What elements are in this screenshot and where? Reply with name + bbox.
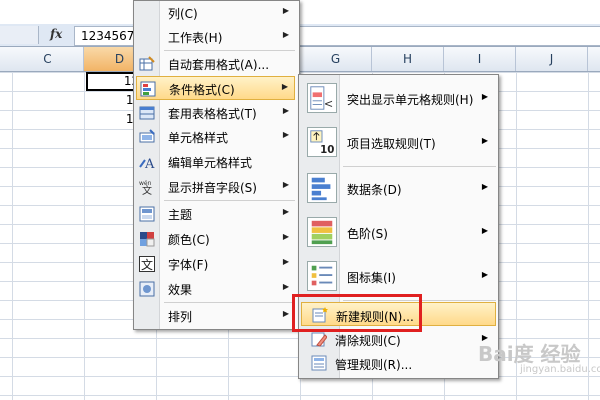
colors-icon (140, 232, 155, 247)
menu-item-label: 列(C) (168, 7, 198, 21)
column-header-c[interactable]: C (12, 47, 84, 71)
edit-styles-icon: A (139, 157, 155, 170)
data-bars-icon (307, 173, 337, 203)
svg-text:文: 文 (141, 257, 153, 272)
submenu-item-label: 突出显示单元格规则(H) (347, 93, 474, 107)
menu-item-label: 排列 (168, 310, 193, 324)
menu-item-effects[interactable]: 效果 ▶ (136, 277, 295, 301)
submenu-item-label: 项目选取规则(T) (347, 137, 436, 151)
submenu-arrow-icon: ▶ (481, 226, 488, 235)
cell-styles-icon (139, 129, 155, 143)
submenu-item-label: 清除规则(C) (335, 334, 401, 348)
highlight-annotation-box (292, 294, 422, 332)
menu-separator (343, 166, 496, 167)
theme-icon (139, 206, 155, 222)
name-box[interactable] (0, 26, 39, 44)
menu-item-highlight-rules[interactable]: < 突出显示单元格规则(H) ▶ (301, 78, 496, 120)
autoformat-icon (139, 56, 155, 71)
submenu-arrow-icon: ▶ (282, 30, 289, 39)
menu-item-manage-rules[interactable]: 管理规则(R)... (301, 351, 496, 375)
menu-item-label: 显示拼音字段(S) (168, 181, 257, 195)
menu-separator (164, 200, 295, 201)
submenu-arrow-icon: ▶ (282, 309, 289, 318)
submenu-arrow-icon: ▶ (481, 270, 488, 279)
menu-item-sheet[interactable]: 工作表(H) ▶ (136, 25, 295, 49)
top-bottom-rules-icon: 10 (307, 127, 337, 157)
submenu-arrow-icon: ▶ (282, 180, 289, 189)
svg-text:10: 10 (320, 144, 334, 156)
menu-item-arrange[interactable]: 排列 ▶ (136, 304, 295, 328)
menu-item-data-bars[interactable]: 数据条(D) ▶ (301, 168, 496, 210)
menu-item-edit-cell-styles[interactable]: A 编辑单元格样式 (136, 150, 295, 174)
submenu-arrow-icon: ▶ (282, 257, 289, 266)
submenu-arrow-icon: ▶ (481, 136, 488, 145)
submenu-arrow-icon: ▶ (282, 6, 289, 15)
formula-value: 1234567 (81, 29, 135, 43)
menu-item-phonetic[interactable]: wén 文 显示拼音字段(S) ▶ (136, 175, 295, 199)
color-scales-icon (307, 217, 337, 247)
column-header-j[interactable]: J (516, 47, 588, 71)
menu-item-colors[interactable]: 颜色(C) ▶ (136, 227, 295, 251)
submenu-arrow-icon: ▶ (282, 130, 289, 139)
phonetic-icon: wén文 (139, 180, 152, 195)
menu-item-column[interactable]: 列(C) ▶ (136, 1, 295, 25)
menu-item-label: 字体(F) (168, 258, 209, 272)
clear-rules-icon (311, 332, 327, 347)
manage-rules-icon (311, 355, 327, 371)
watermark: Bai度 经验 (478, 342, 581, 366)
menu-item-label: 编辑单元格样式 (168, 156, 253, 170)
effects-icon (139, 281, 155, 297)
highlight-rules-icon: < (307, 83, 337, 113)
conditional-format-icon (140, 81, 156, 97)
menu-item-label: 自动套用格式(A)... (168, 58, 270, 72)
submenu-arrow-icon: ▶ (282, 207, 289, 216)
submenu-arrow-icon: ▶ (281, 82, 288, 91)
watermark-sub: jingyan.baidu.com (520, 364, 600, 375)
menu-item-theme[interactable]: 主题 ▶ (136, 202, 295, 226)
menu-item-label: 效果 (168, 283, 193, 297)
svg-text:文: 文 (142, 184, 152, 195)
menu-separator (164, 302, 295, 303)
column-header-h[interactable]: H (372, 47, 444, 71)
submenu-arrow-icon: ▶ (481, 182, 488, 191)
menu-item-label: 条件格式(C) (169, 83, 235, 97)
menu-item-label: 主题 (168, 208, 193, 222)
fonts-icon: 文 (139, 256, 155, 272)
fx-icon[interactable]: fx (50, 27, 62, 41)
submenu-arrow-icon: ▶ (481, 92, 488, 101)
submenu-item-label: 数据条(D) (347, 183, 402, 197)
column-headers: C D E F G H I J (0, 47, 600, 72)
submenu-item-label: 色阶(S) (347, 227, 388, 241)
menu-item-label: 套用表格格式(T) (168, 107, 257, 121)
column-header-g[interactable]: G (300, 47, 372, 71)
menu-item-top-bottom-rules[interactable]: 10 项目选取规则(T) ▶ (301, 122, 496, 164)
submenu-arrow-icon: ▶ (282, 232, 289, 241)
submenu-item-label: 图标集(I) (347, 271, 396, 285)
conditional-format-submenu: < 突出显示单元格规则(H) ▶ 10 项目选取规则(T) ▶ 数据条(D) ▶… (298, 74, 499, 379)
menu-item-conditional-format[interactable]: 条件格式(C) ▶ (136, 76, 295, 100)
menu-item-cell-styles[interactable]: 单元格样式 ▶ (136, 125, 295, 149)
menu-item-table-format[interactable]: 套用表格格式(T) ▶ (136, 101, 295, 125)
menu-item-autoformat[interactable]: 自动套用格式(A)... (136, 52, 295, 76)
submenu-arrow-icon: ▶ (282, 106, 289, 115)
menu-item-label: 工作表(H) (168, 31, 223, 45)
formula-bar: fx 1234567 (0, 24, 600, 47)
format-context-menu: 列(C) ▶ 工作表(H) ▶ 自动套用格式(A)... 条件格式(C) ▶ 套… (133, 0, 300, 330)
submenu-arrow-icon: ▶ (282, 282, 289, 291)
menu-item-color-scales[interactable]: 色阶(S) ▶ (301, 212, 496, 254)
menu-item-fonts[interactable]: 文 字体(F) ▶ (136, 252, 295, 276)
menu-item-label: 颜色(C) (168, 233, 210, 247)
icon-sets-icon (307, 261, 337, 291)
submenu-item-label: 管理规则(R)... (335, 358, 413, 372)
menu-item-icon-sets[interactable]: 图标集(I) ▶ (301, 256, 496, 298)
svg-text:A: A (144, 157, 155, 170)
menu-item-label: 单元格样式 (168, 131, 229, 145)
menu-separator (164, 50, 295, 51)
column-header-i[interactable]: I (444, 47, 516, 71)
svg-text:<: < (324, 97, 333, 110)
table-format-icon (139, 106, 155, 120)
